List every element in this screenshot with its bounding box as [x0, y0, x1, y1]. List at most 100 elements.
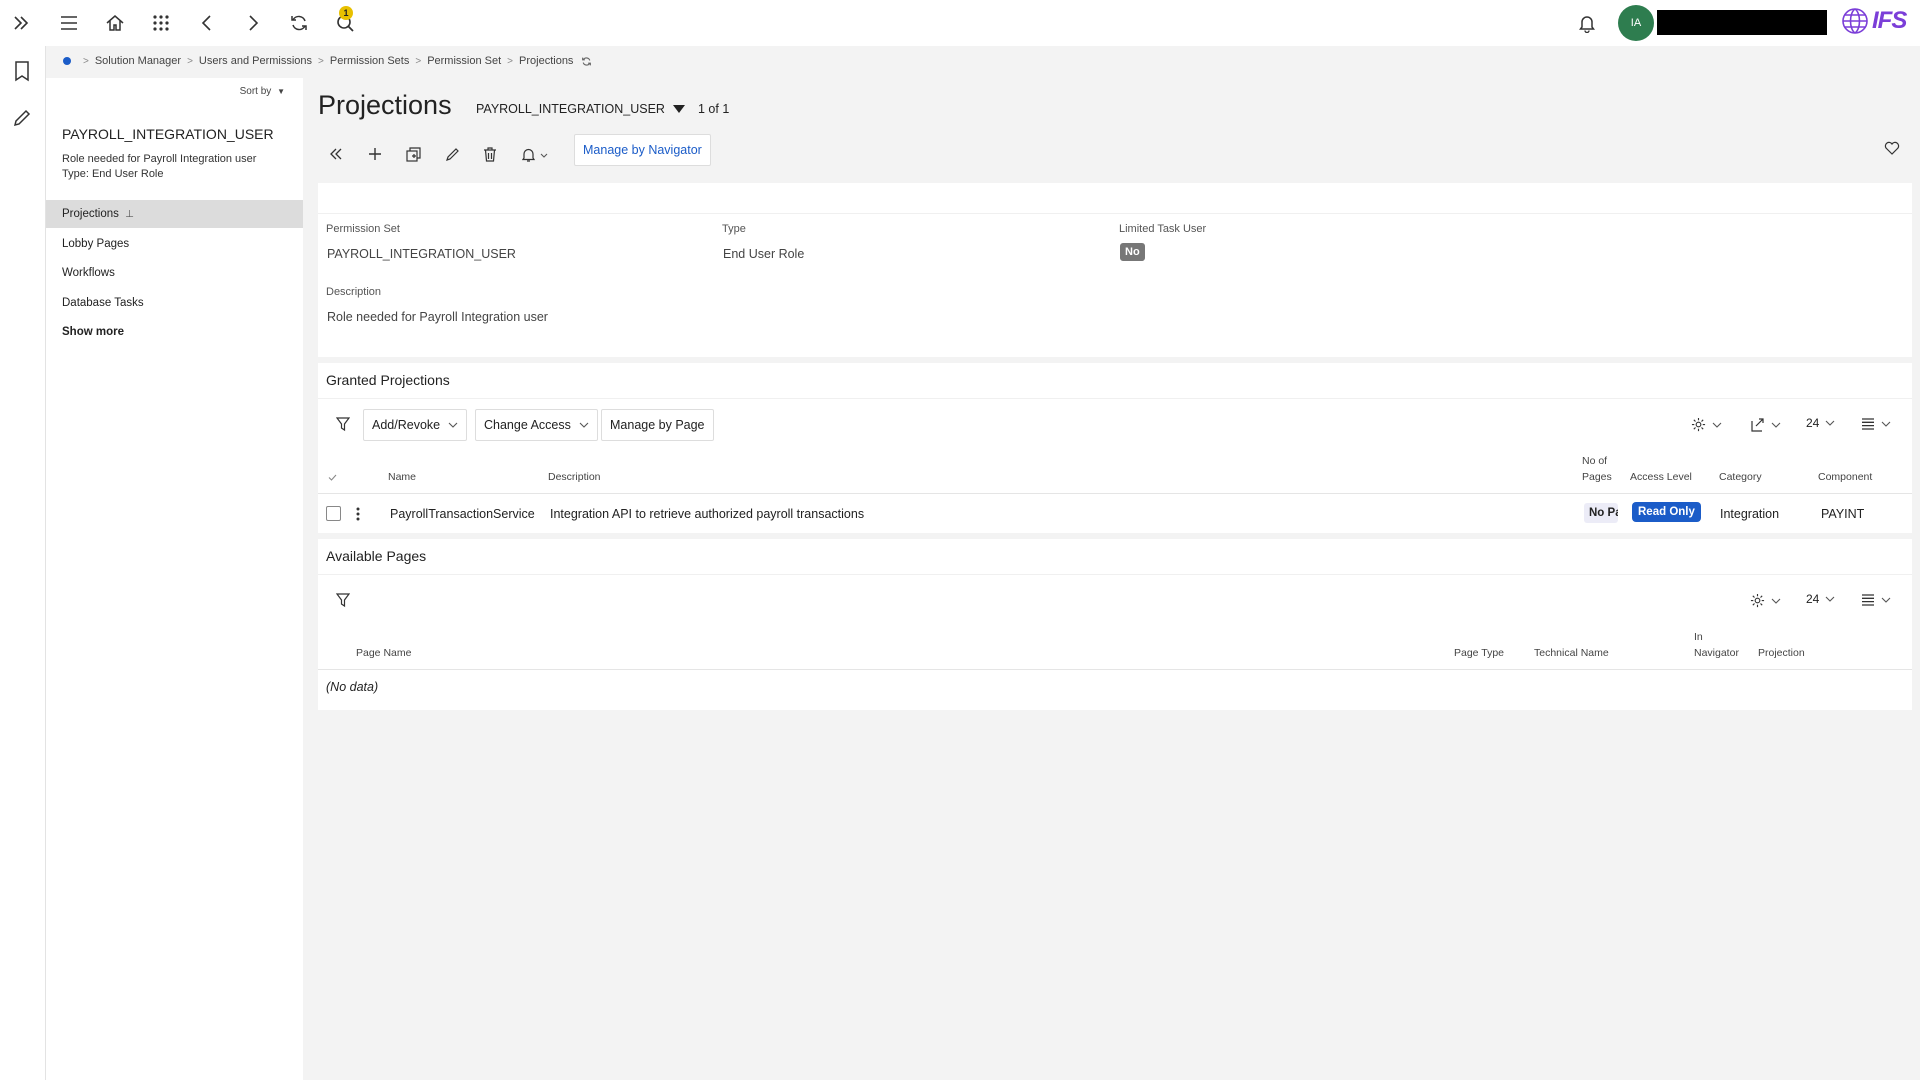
- column-header-in-navigator[interactable]: In Navigator: [1694, 629, 1739, 661]
- column-header-component[interactable]: Component: [1818, 469, 1872, 485]
- available-pages-title: Available Pages: [326, 548, 427, 564]
- edit-icon[interactable]: [438, 140, 466, 168]
- hamburger-menu-icon[interactable]: [56, 10, 82, 36]
- show-more-link[interactable]: Show more: [46, 318, 303, 346]
- apps-grid-icon[interactable]: [148, 10, 174, 36]
- manage-by-page-button[interactable]: Manage by Page: [601, 409, 714, 441]
- settings-dropdown[interactable]: [1691, 417, 1722, 432]
- column-header-technical-name[interactable]: Technical Name: [1534, 645, 1609, 661]
- export-dropdown[interactable]: [1750, 417, 1781, 432]
- change-access-label: Change Access: [484, 418, 571, 432]
- no-of-pages-badge: No Pages: [1584, 503, 1618, 523]
- column-header-category[interactable]: Category: [1719, 469, 1762, 485]
- change-access-button[interactable]: Change Access: [475, 409, 598, 441]
- details-card: Permission Set PAYROLL_INTEGRATION_USER …: [318, 183, 1912, 357]
- bookmark-icon[interactable]: [12, 60, 32, 82]
- limited-task-user-badge: No: [1120, 243, 1145, 261]
- collapse-panel-icon[interactable]: [322, 140, 350, 168]
- page-size-dropdown[interactable]: 24: [1806, 416, 1835, 430]
- column-header-page-type[interactable]: Page Type: [1454, 645, 1504, 661]
- column-header-line: Pages: [1582, 471, 1612, 483]
- chevron-down-icon: [579, 422, 589, 428]
- access-level-badge[interactable]: Read Only: [1632, 502, 1701, 522]
- breadcrumb-item-current: Projections: [519, 55, 574, 67]
- record-type: Type: End User Role: [62, 168, 164, 180]
- delete-icon[interactable]: [476, 140, 504, 168]
- chevron-down-icon: [1825, 420, 1835, 426]
- column-header-access-level[interactable]: Access Level: [1630, 469, 1692, 485]
- notify-dropdown-icon[interactable]: [516, 140, 556, 168]
- add-revoke-button[interactable]: Add/Revoke: [363, 409, 468, 441]
- select-all-check-icon[interactable]: [328, 474, 337, 481]
- manage-by-navigator-button[interactable]: Manage by Navigator: [574, 134, 711, 166]
- search-notification-badge: 1: [339, 6, 353, 20]
- pin-icon[interactable]: ⊥: [125, 209, 134, 220]
- column-header-page-name[interactable]: Page Name: [356, 645, 411, 661]
- divider: [318, 669, 1912, 670]
- user-avatar[interactable]: IA: [1618, 5, 1654, 41]
- caret-down-icon: [672, 105, 685, 113]
- breadcrumb-item[interactable]: Users and Permissions: [199, 55, 312, 67]
- home-icon[interactable]: [102, 10, 128, 36]
- breadcrumb-refresh-icon[interactable]: [581, 56, 592, 67]
- breadcrumb-item[interactable]: Permission Sets: [330, 55, 409, 67]
- ifs-logo: IFS: [1840, 6, 1907, 36]
- row-more-options-icon[interactable]: [356, 507, 360, 521]
- add-icon[interactable]: [361, 140, 389, 168]
- back-icon[interactable]: [194, 10, 220, 36]
- row-checkbox[interactable]: [326, 506, 341, 521]
- description-label: Description: [326, 286, 382, 298]
- column-header-line: In: [1694, 631, 1703, 643]
- side-item-lobby-pages[interactable]: Lobby Pages: [46, 230, 303, 258]
- divider: [318, 574, 1912, 575]
- chevron-down-icon: [1712, 422, 1722, 428]
- ifs-logo-text: IFS: [1872, 7, 1907, 34]
- record-selector[interactable]: PAYROLL_INTEGRATION_USER: [476, 102, 685, 116]
- column-header-projection[interactable]: Projection: [1758, 645, 1805, 661]
- filter-icon[interactable]: [336, 417, 350, 432]
- column-header-name[interactable]: Name: [388, 469, 416, 485]
- record-selector-value: PAYROLL_INTEGRATION_USER: [476, 102, 665, 116]
- granted-projections-title: Granted Projections: [326, 372, 450, 388]
- expand-rail-icon[interactable]: [8, 10, 34, 36]
- density-dropdown[interactable]: [1861, 594, 1891, 606]
- column-header-description[interactable]: Description: [548, 469, 601, 485]
- record-title: PAYROLL_INTEGRATION_USER: [62, 126, 274, 142]
- filter-icon[interactable]: [336, 593, 350, 608]
- caret-down-icon: ▼: [277, 87, 285, 96]
- manage-by-page-label: Manage by Page: [610, 418, 705, 432]
- chevron-right-icon: >: [415, 55, 422, 67]
- page-size-value: 24: [1806, 592, 1820, 606]
- favorite-heart-icon[interactable]: [1884, 141, 1900, 155]
- page-size-value: 24: [1806, 416, 1820, 430]
- list-density-icon: [1862, 594, 1874, 606]
- side-item-workflows[interactable]: Workflows: [46, 259, 303, 287]
- page-size-dropdown[interactable]: 24: [1806, 592, 1835, 606]
- settings-dropdown[interactable]: [1750, 593, 1781, 608]
- refresh-icon[interactable]: [286, 10, 312, 36]
- projection-name-link[interactable]: PayrollTransactionService: [390, 507, 535, 521]
- breadcrumb: > Solution Manager > Users and Permissio…: [46, 46, 1920, 76]
- duplicate-icon[interactable]: [399, 140, 427, 168]
- chevron-down-icon: [1771, 422, 1781, 428]
- breadcrumb-home-icon[interactable]: [63, 57, 71, 65]
- page-title: Projections: [318, 90, 452, 120]
- notifications-bell-icon[interactable]: [1574, 10, 1600, 36]
- side-item-database-tasks[interactable]: Database Tasks: [46, 289, 303, 317]
- redacted-username: [1657, 10, 1827, 35]
- column-header-no-of-pages[interactable]: No of Pages: [1582, 453, 1612, 485]
- breadcrumb-item[interactable]: Permission Set: [427, 55, 501, 67]
- chevron-right-icon: >: [507, 55, 514, 67]
- sort-by-label: Sort by: [239, 86, 272, 97]
- sort-by-button[interactable]: Sort by ▼: [240, 86, 285, 97]
- breadcrumb-item[interactable]: Solution Manager: [95, 55, 181, 67]
- description-value: Role needed for Payroll Integration user: [327, 310, 548, 324]
- empty-state-text: (No data): [326, 680, 379, 694]
- side-item-projections[interactable]: Projections ⊥: [46, 200, 303, 228]
- edit-pencil-icon[interactable]: [12, 108, 32, 128]
- chevron-down-icon: [1881, 597, 1891, 603]
- list-density-icon: [1862, 418, 1874, 430]
- top-bar: 1 IA IFS: [0, 0, 1920, 46]
- density-dropdown[interactable]: [1861, 418, 1891, 430]
- forward-icon[interactable]: [240, 10, 266, 36]
